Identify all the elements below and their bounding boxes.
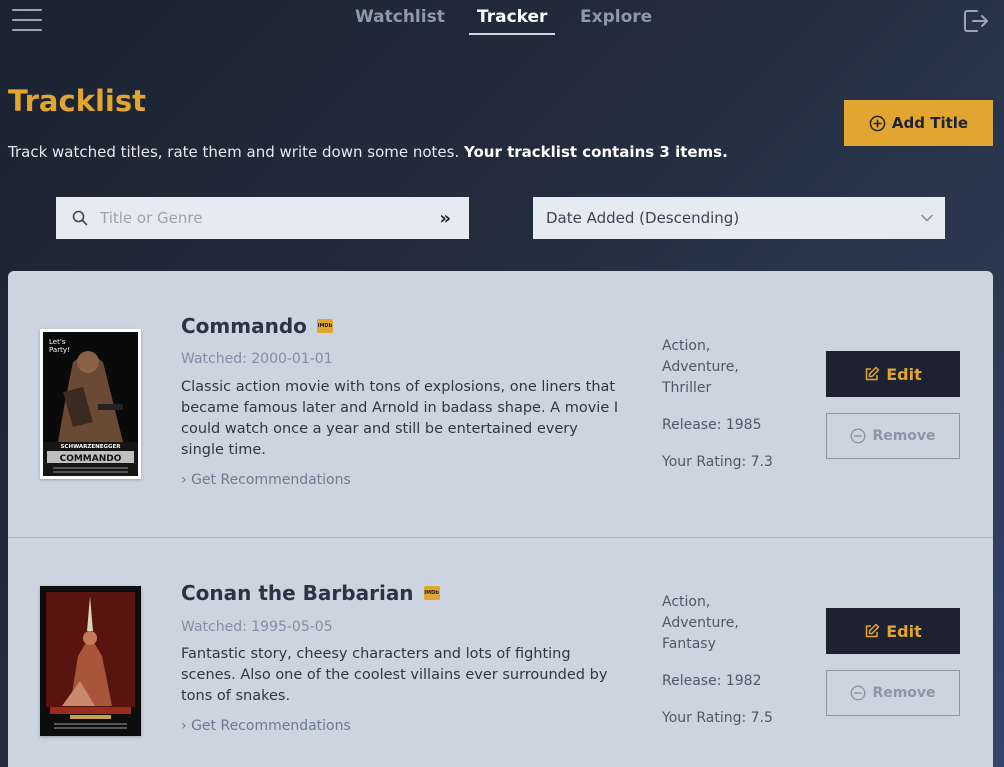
- minus-circle-icon: [850, 685, 866, 701]
- item-rating: Your Rating: 7.5: [662, 710, 773, 726]
- top-nav: Watchlist Tracker Explore: [0, 0, 1004, 40]
- genre-tag: Fantasy: [662, 636, 716, 652]
- chevron-right-icon: ›: [181, 718, 187, 734]
- poster-tagline-2: Party!: [49, 346, 70, 354]
- item-release: Release: 1982: [662, 673, 762, 689]
- chevron-right-icon: ›: [181, 472, 187, 488]
- search-input[interactable]: Title or Genre: [100, 209, 439, 227]
- item-release: Release: 1985: [662, 417, 762, 433]
- plus-circle-icon: [869, 115, 886, 131]
- subtitle-text: Track watched titles, rate them and writ…: [8, 143, 460, 161]
- get-recommendations-label: Get Recommendations: [191, 472, 351, 488]
- imdb-icon[interactable]: IMDb: [316, 319, 333, 333]
- poster-commando[interactable]: Let's Party! SCHWARZENEGGER COMMANDO: [40, 329, 141, 479]
- list-item: Conan the Barbarian IMDb Watched: 1995-0…: [8, 538, 993, 767]
- sort-select[interactable]: Date Added (Descending): [533, 197, 945, 239]
- poster-tagline-1: Let's: [49, 338, 66, 346]
- minus-circle-icon: [850, 428, 866, 444]
- search-submit-icon[interactable]: »: [439, 208, 451, 229]
- poster-actor: SCHWARZENEGGER: [60, 444, 121, 450]
- tracklist: Let's Party! SCHWARZENEGGER COMMANDO Com…: [8, 271, 993, 767]
- hamburger-menu-icon[interactable]: [12, 6, 44, 34]
- edit-icon: [865, 366, 880, 381]
- item-notes: Classic action movie with tons of explos…: [181, 379, 619, 458]
- poster-title: COMMANDO: [60, 454, 122, 464]
- item-notes: Fantastic story, cheesy characters and l…: [181, 646, 608, 704]
- edit-button[interactable]: Edit: [826, 608, 960, 654]
- list-item: Let's Party! SCHWARZENEGGER COMMANDO Com…: [8, 271, 993, 538]
- edit-label: Edit: [886, 364, 922, 384]
- add-title-button[interactable]: Add Title: [844, 100, 993, 146]
- search-bar[interactable]: Title or Genre »: [56, 197, 469, 239]
- tab-explore[interactable]: Explore: [580, 7, 652, 33]
- genre-tag: Action,: [662, 594, 711, 610]
- imdb-icon[interactable]: IMDb: [423, 586, 440, 600]
- remove-label: Remove: [872, 685, 936, 701]
- edit-button[interactable]: Edit: [826, 351, 960, 397]
- genre-tag: Action,: [662, 338, 711, 354]
- genre-tag: Thriller: [662, 380, 712, 396]
- remove-button[interactable]: Remove: [826, 670, 960, 716]
- edit-label: Edit: [886, 621, 922, 641]
- tab-tracker[interactable]: Tracker: [469, 7, 556, 35]
- chevron-down-icon: [921, 214, 933, 222]
- item-genres: Action, Adventure, Fantasy: [662, 592, 739, 655]
- remove-label: Remove: [872, 428, 936, 444]
- page-title: Tracklist: [8, 84, 146, 118]
- item-title-row: Commando IMDb: [181, 314, 333, 338]
- page-subtitle: Track watched titles, rate them and writ…: [8, 143, 728, 161]
- search-icon: [72, 210, 88, 226]
- item-title[interactable]: Commando: [181, 314, 307, 338]
- logout-icon[interactable]: [960, 6, 990, 36]
- poster-commando-image: Let's Party! SCHWARZENEGGER COMMANDO: [43, 332, 138, 476]
- item-watched-date: Watched: 1995-05-05: [181, 619, 333, 635]
- get-recommendations-link[interactable]: › Get Recommendations: [181, 472, 351, 488]
- get-recommendations-link[interactable]: › Get Recommendations: [181, 718, 351, 734]
- add-title-label: Add Title: [891, 114, 969, 132]
- poster-conan[interactable]: [40, 586, 141, 736]
- genre-tag: Adventure,: [662, 615, 739, 631]
- item-genres: Action, Adventure, Thriller: [662, 336, 739, 399]
- tab-watchlist[interactable]: Watchlist: [355, 7, 445, 33]
- item-watched-date: Watched: 2000-01-01: [181, 351, 333, 367]
- item-count-text: Your tracklist contains 3 items.: [464, 143, 728, 161]
- sort-select-value: Date Added (Descending): [546, 209, 740, 227]
- poster-conan-image: [40, 586, 141, 736]
- item-rating: Your Rating: 7.3: [662, 454, 773, 470]
- get-recommendations-label: Get Recommendations: [191, 718, 351, 734]
- item-title[interactable]: Conan the Barbarian: [181, 581, 414, 605]
- edit-icon: [865, 623, 880, 638]
- remove-button[interactable]: Remove: [826, 413, 960, 459]
- item-title-row: Conan the Barbarian IMDb: [181, 581, 440, 605]
- genre-tag: Adventure,: [662, 359, 739, 375]
